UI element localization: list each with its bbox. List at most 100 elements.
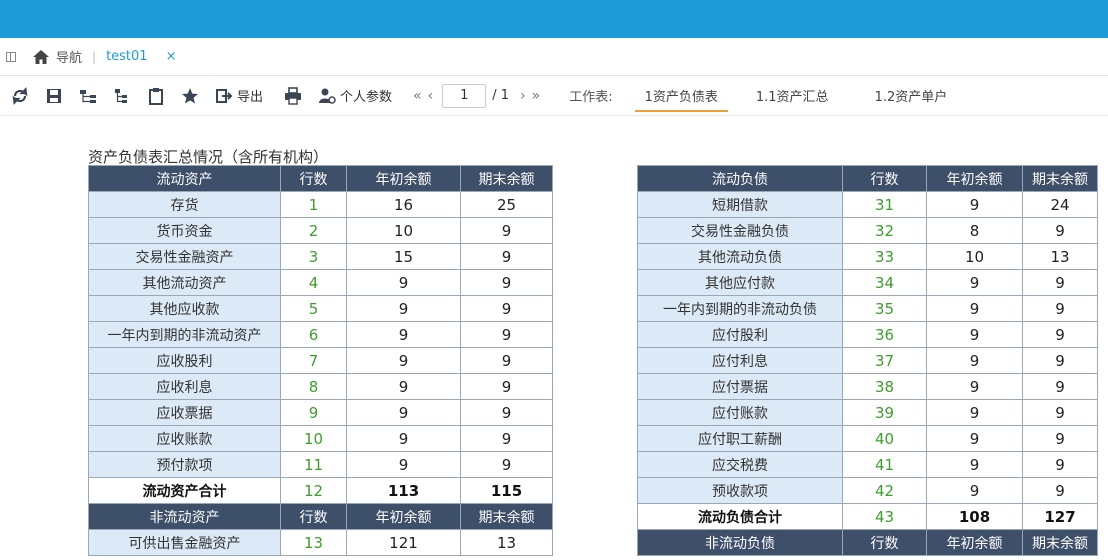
item-name: 预付款项	[88, 451, 281, 478]
end-balance: 9	[460, 399, 553, 426]
end-balance: 13	[1022, 243, 1098, 270]
end-balance: 127	[1022, 503, 1098, 530]
end-balance-header: 期末余额	[460, 503, 553, 530]
last-page-icon[interactable]: »	[532, 88, 541, 104]
user-settings-icon[interactable]	[317, 86, 337, 106]
table-row: 应收利息 8 9 9	[88, 373, 553, 400]
print-icon[interactable]	[283, 86, 303, 106]
end-balance: 9	[1022, 451, 1098, 478]
prev-page-icon[interactable]: ‹	[428, 88, 434, 104]
item-name: 流动负债合计	[637, 503, 843, 530]
tab-home[interactable]: 导航	[32, 47, 82, 66]
begin-balance: 108	[926, 503, 1023, 530]
row-number: 2	[280, 217, 347, 244]
export-icon[interactable]	[214, 86, 234, 106]
begin-balance: 121	[346, 529, 461, 556]
save-icon[interactable]	[44, 86, 64, 106]
tree-icon[interactable]	[112, 86, 132, 106]
item-name: 短期借款	[637, 191, 843, 218]
begin-balance: 9	[926, 425, 1023, 452]
tab-separator: |	[92, 49, 97, 64]
item-name: 存货	[88, 191, 281, 218]
item-name: 应收票据	[88, 399, 281, 426]
star-icon[interactable]	[180, 86, 200, 106]
begin-balance: 10	[926, 243, 1023, 270]
begin-balance-header: 年初余额	[926, 165, 1023, 192]
worksheet-tab-balance-sheet[interactable]: 1资产负债表	[634, 76, 729, 116]
end-balance: 9	[1022, 373, 1098, 400]
row-number: 13	[280, 529, 347, 556]
row-number: 43	[842, 503, 927, 530]
table-row: 可供出售金融资产 13 121 13	[88, 529, 553, 556]
begin-balance: 9	[926, 347, 1023, 374]
table-row: 应收股利 7 9 9	[88, 347, 553, 374]
rownum-header: 行数	[280, 165, 347, 192]
row-number: 12	[280, 477, 347, 504]
end-balance: 13	[460, 529, 553, 556]
item-name: 应付利息	[637, 347, 843, 374]
export-button[interactable]: 导出	[237, 86, 263, 105]
table-row: 其他流动负债 33 10 13	[637, 243, 1098, 270]
tab-test01[interactable]: test01	[106, 49, 148, 64]
item-name: 货币资金	[88, 217, 281, 244]
row-number: 42	[842, 477, 927, 504]
begin-balance-header: 年初余额	[926, 529, 1023, 556]
begin-balance: 9	[926, 477, 1023, 504]
total-row: 流动负债合计 43 108 127	[637, 503, 1098, 530]
page-number-input[interactable]	[442, 83, 487, 108]
section-header: 非流动资产	[88, 503, 281, 530]
hierarchy-icon[interactable]	[78, 86, 98, 106]
row-number: 36	[842, 321, 927, 348]
refresh-icon[interactable]	[10, 86, 30, 106]
end-balance: 9	[460, 321, 553, 348]
item-name: 交易性金融资产	[88, 243, 281, 270]
begin-balance: 9	[926, 451, 1023, 478]
rownum-header: 行数	[842, 165, 927, 192]
first-page-icon[interactable]: «	[413, 88, 422, 104]
table-row: 短期借款 31 9 24	[637, 191, 1098, 218]
header-row: 流动资产 行数 年初余额 期末余额	[88, 165, 553, 192]
row-number: 6	[280, 321, 347, 348]
end-balance: 9	[1022, 399, 1098, 426]
item-name: 流动资产合计	[88, 477, 281, 504]
end-balance: 9	[460, 451, 553, 478]
row-number: 3	[280, 243, 347, 270]
row-number: 11	[280, 451, 347, 478]
section-header: 非流动负债	[637, 529, 843, 556]
begin-balance: 9	[926, 399, 1023, 426]
worksheet-tab-asset-summary[interactable]: 1.1资产汇总	[746, 76, 839, 116]
end-balance: 9	[1022, 217, 1098, 244]
total-row: 流动资产合计 12 113 115	[88, 477, 553, 504]
rownum-header: 行数	[280, 503, 347, 530]
end-balance: 9	[1022, 295, 1098, 322]
begin-balance: 10	[346, 217, 461, 244]
item-name: 应付股利	[637, 321, 843, 348]
item-name: 应收利息	[88, 373, 281, 400]
end-balance: 115	[460, 477, 553, 504]
table-row: 一年内到期的非流动负债 35 9 9	[637, 295, 1098, 322]
section-header: 流动负债	[637, 165, 843, 192]
begin-balance: 9	[926, 191, 1023, 218]
row-number: 4	[280, 269, 347, 296]
next-page-icon[interactable]: ›	[520, 88, 526, 104]
begin-balance: 113	[346, 477, 461, 504]
worksheet-tab-asset-single[interactable]: 1.2资产单户	[865, 76, 958, 116]
item-name: 应收账款	[88, 425, 281, 452]
row-number: 41	[842, 451, 927, 478]
liabilities-table: 流动负债 行数 年初余额 期末余额 短期借款 31 9 24 交易性金融负债 32 8 9 其他流动负债…	[637, 165, 1098, 556]
item-name: 应付职工薪酬	[637, 425, 843, 452]
personal-params-button[interactable]: 个人参数	[340, 86, 392, 105]
end-balance: 9	[460, 425, 553, 452]
begin-balance: 9	[926, 295, 1023, 322]
item-name: 其他应付款	[637, 269, 843, 296]
toolbar: 导出 个人参数 « ‹ / 1 › » 工作表: 1资产负债表 1.1资产汇总 …	[0, 76, 1108, 116]
item-name: 其他流动负债	[637, 243, 843, 270]
tab-close-icon[interactable]: ×	[166, 49, 177, 64]
end-balance: 9	[460, 243, 553, 270]
grid-icon[interactable]	[6, 51, 16, 62]
begin-balance-header: 年初余额	[346, 503, 461, 530]
clipboard-icon[interactable]	[146, 86, 166, 106]
end-balance: 25	[460, 191, 553, 218]
end-balance: 9	[1022, 477, 1098, 504]
table-row: 应交税费 41 9 9	[637, 451, 1098, 478]
